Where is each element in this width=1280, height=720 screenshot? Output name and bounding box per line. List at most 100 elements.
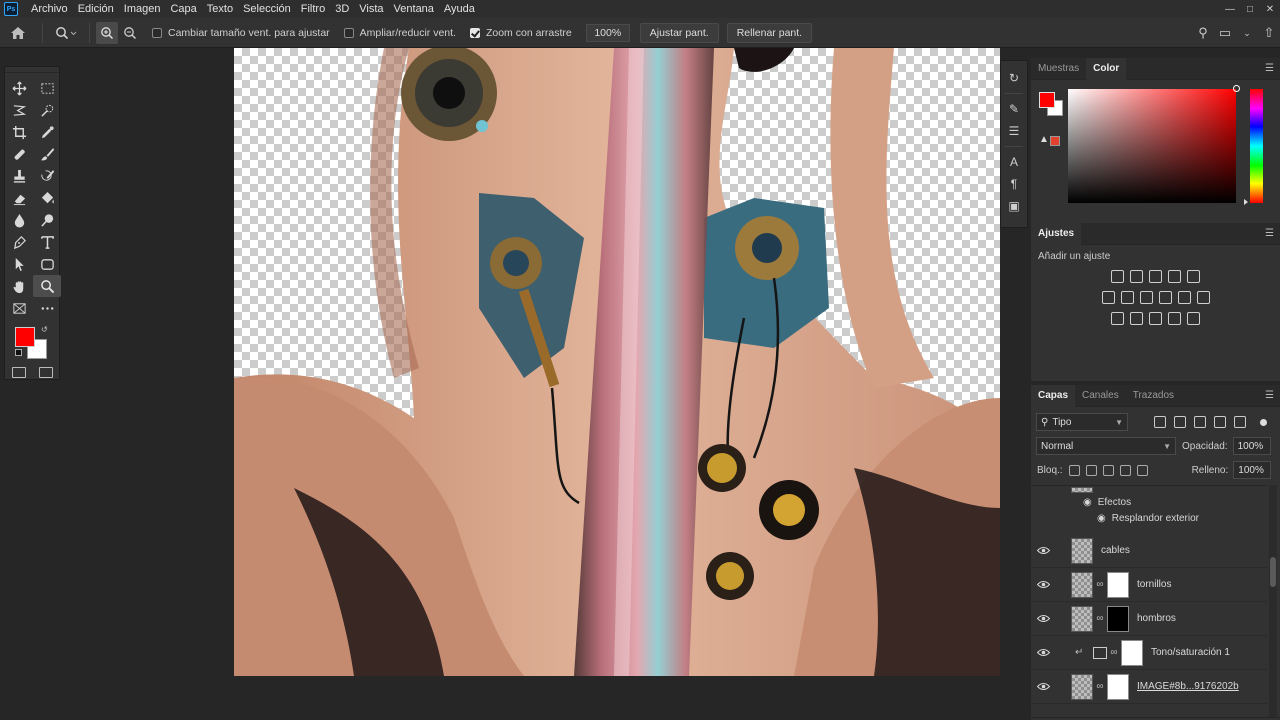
- layer-mask-thumbnail[interactable]: [1107, 605, 1129, 632]
- eye-icon[interactable]: [1031, 546, 1055, 555]
- brush-settings-icon[interactable]: ✎: [1005, 100, 1023, 118]
- curves-icon[interactable]: [1149, 270, 1162, 283]
- blend-mode-select[interactable]: Normal ▼: [1036, 437, 1176, 455]
- menu-filtro[interactable]: Filtro: [296, 3, 330, 15]
- screen-mode-icon[interactable]: [38, 367, 53, 378]
- brush-tool-icon[interactable]: [33, 143, 61, 165]
- canvas-area[interactable]: [62, 48, 1000, 720]
- panel-menu-icon[interactable]: ☰: [1265, 390, 1274, 401]
- filter-shape-icon[interactable]: [1214, 416, 1226, 428]
- chevron-down-icon[interactable]: ⌄: [1236, 28, 1258, 39]
- layer-row-hue-saturation[interactable]: ↵ ∞ Tono/saturación 1: [1031, 636, 1267, 670]
- filter-type-icon[interactable]: [1194, 416, 1206, 428]
- home-icon[interactable]: [0, 22, 36, 44]
- more-tools-icon[interactable]: [33, 297, 61, 319]
- zoom-level-field[interactable]: 100%: [585, 23, 630, 42]
- blur-tool-icon[interactable]: [5, 209, 33, 231]
- healing-brush-tool-icon[interactable]: [5, 143, 33, 165]
- dodge-tool-icon[interactable]: [33, 209, 61, 231]
- layer-row-hombros[interactable]: ∞ hombros: [1031, 602, 1267, 636]
- foreground-color-swatch[interactable]: [15, 327, 35, 347]
- layer-mask-thumbnail[interactable]: [1107, 673, 1129, 700]
- move-tool-icon[interactable]: [5, 77, 33, 99]
- hand-tool-icon[interactable]: [5, 275, 33, 297]
- menu-texto[interactable]: Texto: [202, 3, 238, 15]
- layer-row-tornillos[interactable]: ∞ tornillos: [1031, 568, 1267, 602]
- menu-archivo[interactable]: Archivo: [26, 3, 73, 15]
- color-picker-handle[interactable]: [1233, 85, 1240, 92]
- path-selection-tool-icon[interactable]: [5, 253, 33, 275]
- panel-menu-icon[interactable]: ☰: [1265, 63, 1274, 74]
- panel-menu-icon[interactable]: ☰: [1265, 228, 1274, 239]
- tab-ajustes[interactable]: Ajustes: [1031, 222, 1082, 245]
- link-icon[interactable]: ∞: [1107, 647, 1121, 658]
- layers-scrollbar-thumb[interactable]: [1270, 557, 1276, 587]
- filter-pixel-icon[interactable]: [1154, 416, 1166, 428]
- link-icon[interactable]: ∞: [1093, 579, 1107, 590]
- eraser-tool-icon[interactable]: [5, 187, 33, 209]
- hue-slider-handle[interactable]: [1244, 199, 1248, 205]
- selective-color-icon[interactable]: [1168, 312, 1181, 325]
- layer-kind-filter[interactable]: ⚲ Tipo ▼: [1036, 413, 1128, 431]
- workspace-icon[interactable]: ▭: [1214, 25, 1236, 41]
- paint-bucket-tool-icon[interactable]: [33, 187, 61, 209]
- opacity-field[interactable]: 100%: [1232, 437, 1271, 455]
- swap-colors-icon[interactable]: ↺: [41, 325, 48, 334]
- color-foreground-swatch[interactable]: [1039, 92, 1055, 108]
- zoom-in-icon[interactable]: [96, 21, 118, 44]
- close-icon[interactable]: ✕: [1260, 0, 1280, 18]
- layer-row-image[interactable]: ∞ IMAGE#8b...9176202b: [1031, 670, 1267, 704]
- color-balance-icon[interactable]: [1120, 291, 1134, 304]
- menu-vista[interactable]: Vista: [354, 3, 388, 15]
- minimize-icon[interactable]: —: [1220, 0, 1240, 18]
- crop-tool-icon[interactable]: [5, 121, 33, 143]
- zoom-tool-icon[interactable]: [33, 275, 61, 297]
- hue-saturation-icon[interactable]: [1101, 291, 1115, 304]
- document-canvas[interactable]: [234, 48, 1000, 676]
- libraries-icon[interactable]: ▣: [1005, 197, 1023, 215]
- type-tool-icon[interactable]: [33, 231, 61, 253]
- fill-screen-button[interactable]: Rellenar pant.: [726, 22, 813, 43]
- history-brush-tool-icon[interactable]: [33, 165, 61, 187]
- threshold-icon[interactable]: [1149, 312, 1162, 325]
- quick-selection-tool-icon[interactable]: [33, 99, 61, 121]
- menu-seleccion[interactable]: Selección: [238, 3, 296, 15]
- layer-mask-thumbnail[interactable]: [1107, 571, 1129, 598]
- tab-trazados[interactable]: Trazados: [1126, 385, 1181, 407]
- vibrance-icon[interactable]: [1187, 270, 1200, 283]
- tab-muestras[interactable]: Muestras: [1031, 58, 1086, 80]
- gamut-warning-icon[interactable]: ▲: [1039, 134, 1049, 145]
- share-icon[interactable]: ⇧: [1258, 25, 1280, 41]
- saturation-brightness-field[interactable]: [1068, 85, 1240, 203]
- menu-ayuda[interactable]: Ayuda: [439, 3, 480, 15]
- menu-capa[interactable]: Capa: [165, 3, 201, 15]
- filter-toggle-icon[interactable]: [1260, 418, 1267, 426]
- fill-field[interactable]: 100%: [1233, 461, 1272, 479]
- lock-transparent-icon[interactable]: [1068, 464, 1080, 476]
- effect-row[interactable]: ◉ Resplandor exterior: [1031, 510, 1267, 526]
- zoom-out-icon[interactable]: [118, 22, 142, 44]
- lasso-tool-icon[interactable]: [5, 99, 33, 121]
- quick-mask-icon[interactable]: [11, 367, 26, 378]
- lock-image-icon[interactable]: [1085, 464, 1097, 476]
- character-icon[interactable]: A: [1005, 153, 1023, 171]
- history-icon[interactable]: ↻: [1005, 69, 1023, 87]
- black-white-icon[interactable]: [1139, 291, 1153, 304]
- frame-tool-icon[interactable]: [5, 297, 33, 319]
- filter-smart-object-icon[interactable]: [1234, 416, 1246, 428]
- eye-icon[interactable]: [1031, 580, 1055, 589]
- zoom-tool-preset-icon[interactable]: [49, 22, 83, 44]
- fit-screen-button[interactable]: Ajustar pant.: [639, 22, 719, 43]
- eye-icon[interactable]: [1031, 682, 1055, 691]
- default-colors-icon[interactable]: [15, 349, 22, 356]
- search-icon[interactable]: ⚲: [1192, 25, 1214, 41]
- posterize-icon[interactable]: [1130, 312, 1143, 325]
- tab-canales[interactable]: Canales: [1075, 385, 1126, 407]
- photo-filter-icon[interactable]: [1158, 291, 1172, 304]
- tab-capas[interactable]: Capas: [1031, 384, 1076, 407]
- resize-windows-checkbox[interactable]: Cambiar tamaño vent. para ajustar: [152, 27, 330, 39]
- scrubby-zoom-checkbox[interactable]: Zoom con arrastre: [469, 27, 572, 39]
- lock-position-icon[interactable]: [1102, 464, 1114, 476]
- pen-tool-icon[interactable]: [5, 231, 33, 253]
- eye-icon[interactable]: [1031, 614, 1055, 623]
